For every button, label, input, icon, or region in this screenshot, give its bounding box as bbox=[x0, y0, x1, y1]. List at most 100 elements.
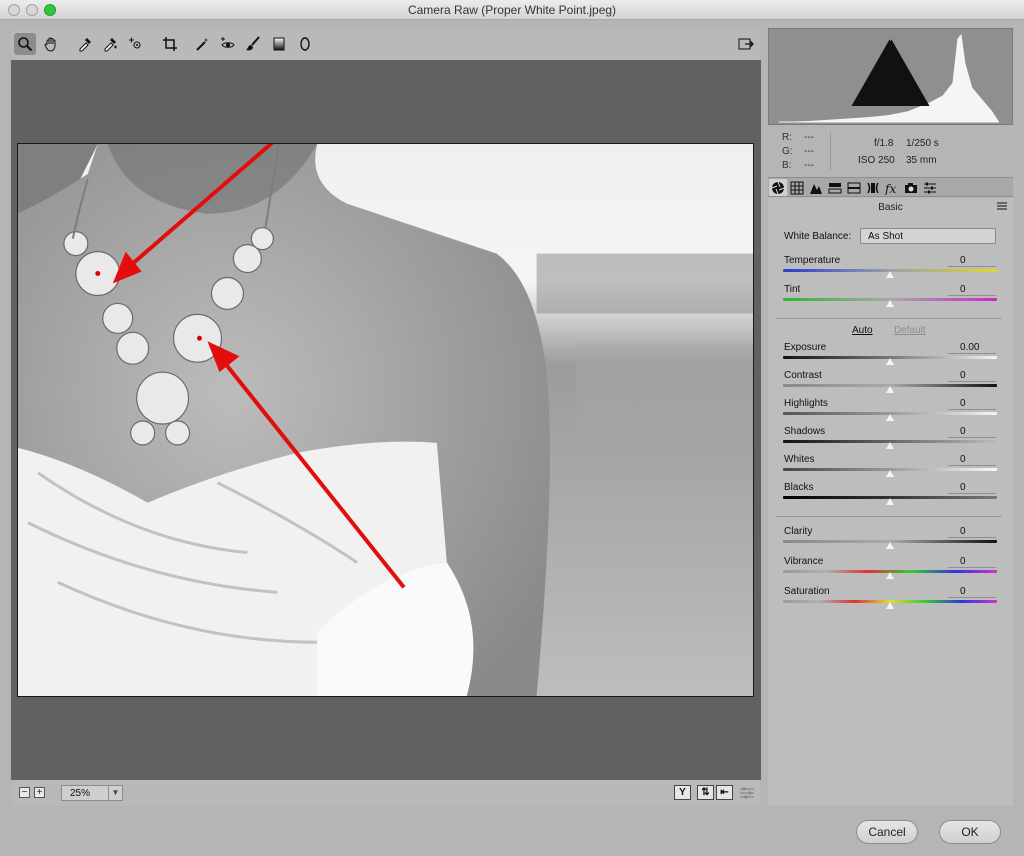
slider-row-highlights: Highlights 0 bbox=[768, 398, 1013, 426]
camera-icon bbox=[905, 182, 917, 193]
blacks-value[interactable]: 0 bbox=[948, 482, 996, 494]
svg-text:fx: fx bbox=[885, 182, 896, 195]
tab-detail[interactable] bbox=[807, 179, 825, 196]
hand-tool-icon[interactable] bbox=[40, 33, 62, 55]
whites-thumb[interactable] bbox=[886, 470, 894, 477]
tint-value[interactable]: 0 bbox=[948, 284, 996, 296]
ok-button[interactable]: OK bbox=[939, 820, 1001, 844]
zoom-tool-icon[interactable] bbox=[14, 33, 36, 55]
white-balance-tool-icon[interactable] bbox=[74, 33, 96, 55]
saturation-thumb[interactable] bbox=[886, 602, 894, 609]
image-preview-area[interactable] bbox=[11, 60, 761, 780]
crop-tool-icon[interactable] bbox=[159, 33, 181, 55]
tab-tone-curve[interactable] bbox=[788, 179, 806, 196]
zoom-level-select[interactable]: 25% ▼ bbox=[61, 785, 123, 801]
focal-length-value: 35 mm bbox=[906, 155, 937, 166]
panel-title: Basic bbox=[878, 202, 903, 213]
clarity-thumb[interactable] bbox=[886, 542, 894, 549]
color-sampler-tool-icon[interactable] bbox=[99, 33, 121, 55]
section-divider bbox=[776, 516, 1002, 517]
temperature-thumb[interactable] bbox=[886, 271, 894, 278]
tab-lens-corrections[interactable] bbox=[864, 179, 882, 196]
section-divider bbox=[776, 318, 1002, 319]
basic-panel: Basic White Balance: As Shot ⌄ Temperatu… bbox=[768, 198, 1013, 806]
spot-removal-tool-icon[interactable] bbox=[191, 33, 213, 55]
g-value: --- bbox=[804, 146, 814, 157]
vibrance-value[interactable]: 0 bbox=[948, 556, 996, 568]
fx-icon: fx bbox=[885, 182, 896, 195]
targeted-adjustment-tool-icon[interactable] bbox=[125, 33, 147, 55]
tab-presets[interactable] bbox=[921, 179, 939, 196]
blacks-thumb[interactable] bbox=[886, 498, 894, 505]
swap-before-after-icon[interactable]: ⇅ bbox=[697, 785, 714, 800]
vibrance-thumb[interactable] bbox=[886, 572, 894, 579]
preview-photo[interactable] bbox=[17, 143, 754, 697]
preview-preferences-icon[interactable] bbox=[739, 786, 755, 799]
contrast-value[interactable]: 0 bbox=[948, 370, 996, 382]
zoom-level-value: 25% bbox=[70, 788, 91, 799]
hsl-icon bbox=[828, 182, 842, 193]
zoom-in-button[interactable]: + bbox=[34, 787, 45, 798]
white-balance-select[interactable]: As Shot ⌄ bbox=[860, 228, 996, 244]
highlight-clipping-icon[interactable] bbox=[768, 30, 1011, 125]
grid-icon bbox=[790, 181, 804, 194]
chevron-down-icon: ▼ bbox=[108, 786, 122, 800]
panel-menu-icon[interactable] bbox=[997, 202, 1007, 210]
slider-row-contrast: Contrast 0 bbox=[768, 370, 1013, 398]
b-label: B: bbox=[782, 160, 792, 171]
default-link[interactable]: Default bbox=[894, 325, 926, 336]
highlights-thumb[interactable] bbox=[886, 414, 894, 421]
g-label: G: bbox=[782, 146, 793, 157]
auto-link[interactable]: Auto bbox=[852, 325, 873, 336]
tab-basic[interactable] bbox=[769, 179, 787, 196]
radial-filter-icon[interactable] bbox=[294, 33, 316, 55]
iso-value: ISO 250 bbox=[858, 155, 895, 166]
slider-row-clarity: Clarity 0 bbox=[768, 526, 1013, 554]
tab-hsl[interactable] bbox=[826, 179, 844, 196]
slider-row-temperature: Temperature 0 bbox=[768, 255, 1013, 283]
temperature-value[interactable]: 0 bbox=[948, 255, 996, 267]
before-after-view-button[interactable]: Y bbox=[674, 785, 691, 800]
open-in-photoshop-icon[interactable] bbox=[735, 33, 757, 55]
whites-value[interactable]: 0 bbox=[948, 454, 996, 466]
chevron-down-icon: ⌄ bbox=[868, 230, 876, 240]
slider-row-tint: Tint 0 bbox=[768, 284, 1013, 312]
preview-bottom-bar: − + 25% ▼ Y ⇅ ⇤ bbox=[11, 780, 761, 806]
shadows-thumb[interactable] bbox=[886, 442, 894, 449]
contrast-thumb[interactable] bbox=[886, 386, 894, 393]
slider-row-whites: Whites 0 bbox=[768, 454, 1013, 482]
cancel-button[interactable]: Cancel bbox=[856, 820, 918, 844]
zoom-out-button[interactable]: − bbox=[19, 787, 30, 798]
highlights-value[interactable]: 0 bbox=[948, 398, 996, 410]
tab-effects[interactable]: fx bbox=[883, 179, 901, 196]
saturation-value[interactable]: 0 bbox=[948, 586, 996, 598]
exposure-value[interactable]: 0.00 bbox=[948, 342, 996, 354]
adjustment-brush-icon[interactable] bbox=[242, 33, 264, 55]
graduated-filter-icon[interactable] bbox=[268, 33, 290, 55]
aperture-icon bbox=[771, 181, 785, 194]
mountain-icon bbox=[810, 183, 822, 194]
sliders-icon bbox=[924, 182, 936, 193]
tab-split-toning[interactable] bbox=[845, 179, 863, 196]
r-label: R: bbox=[782, 132, 792, 143]
slider-row-shadows: Shadows 0 bbox=[768, 426, 1013, 454]
info-readout: R: --- G: --- B: --- f/1.8 1/250 s ISO 2… bbox=[768, 128, 1013, 174]
window-titlebar: Camera Raw (Proper White Point.jpeg) bbox=[0, 0, 1024, 20]
aperture-value: f/1.8 bbox=[874, 138, 894, 149]
clarity-value[interactable]: 0 bbox=[948, 526, 996, 538]
panel-tabs: fx bbox=[768, 177, 1013, 197]
exposure-thumb[interactable] bbox=[886, 358, 894, 365]
window-title: Camera Raw (Proper White Point.jpeg) bbox=[407, 3, 617, 17]
shadows-value[interactable]: 0 bbox=[948, 426, 996, 438]
copy-settings-icon[interactable]: ⇤ bbox=[716, 785, 733, 800]
lens-icon bbox=[867, 182, 879, 193]
slider-row-saturation: Saturation 0 bbox=[768, 586, 1013, 614]
tab-camera-calibration[interactable] bbox=[902, 179, 920, 196]
histogram bbox=[768, 28, 1013, 125]
split-toning-icon bbox=[847, 182, 861, 193]
tint-thumb[interactable] bbox=[886, 300, 894, 307]
shutter-value: 1/250 s bbox=[906, 138, 939, 149]
slider-row-exposure: Exposure 0.00 bbox=[768, 342, 1013, 370]
red-eye-tool-icon[interactable] bbox=[217, 33, 239, 55]
slider-row-vibrance: Vibrance 0 bbox=[768, 556, 1013, 584]
